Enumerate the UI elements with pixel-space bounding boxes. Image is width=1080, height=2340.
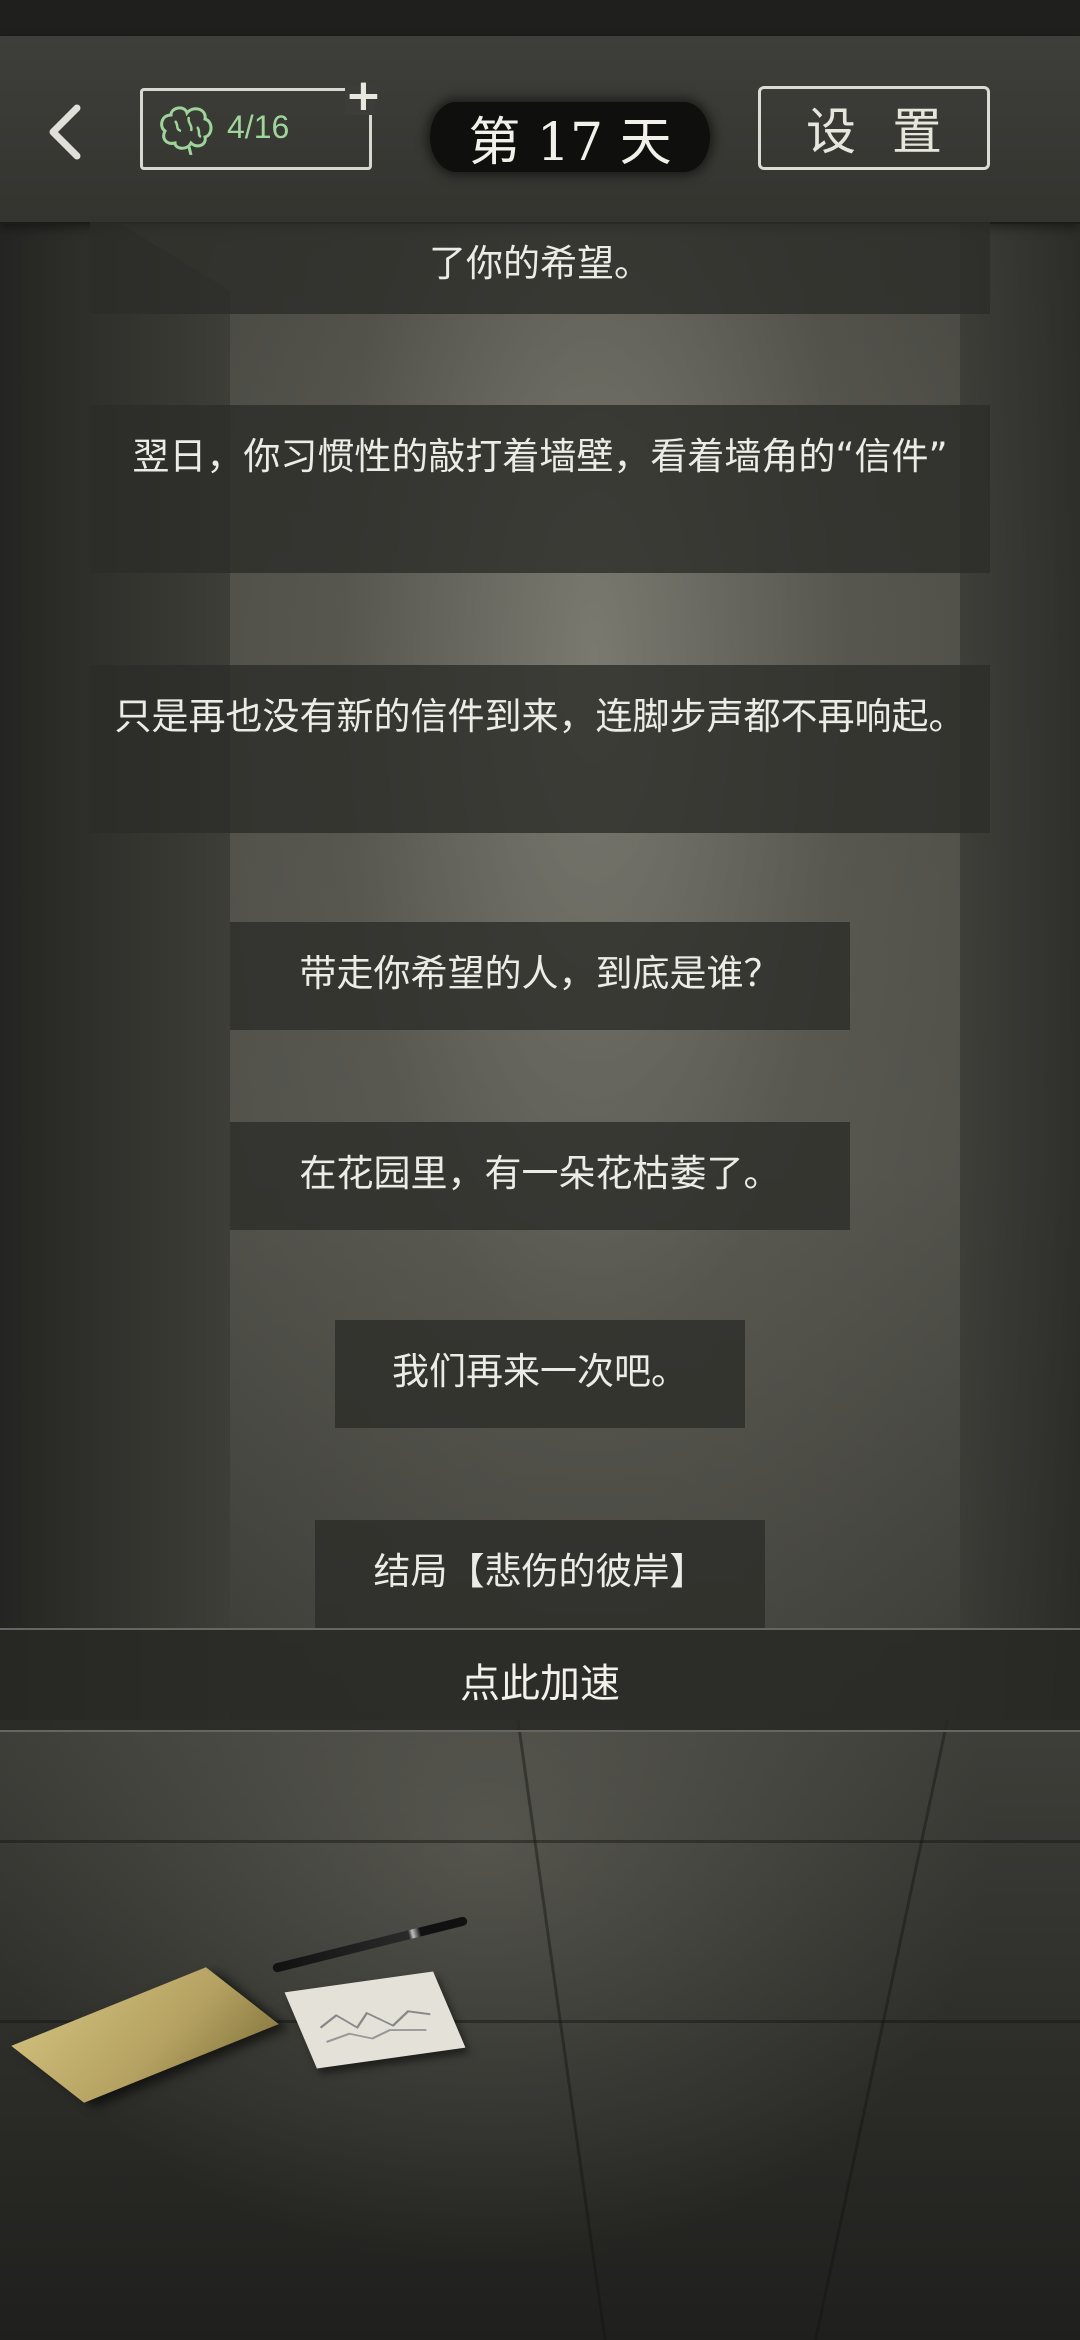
top-bar: 4/16 + 第 17 天 设置 [0, 36, 1080, 224]
story-message: 翌日，你习惯性的敲打着墙壁，看着墙角的“信件” [90, 405, 990, 573]
story-message: 我们再来一次吧。 [335, 1320, 745, 1428]
energy-value: 4/16 [227, 109, 290, 145]
brain-icon [160, 106, 213, 155]
story-message: 了你的希望。 [90, 222, 990, 314]
speed-up-button[interactable]: 点此加速 [0, 1628, 1080, 1732]
story-message: 在花园里，有一朵花枯萎了。 [230, 1122, 850, 1230]
story-message: 带走你希望的人，到底是谁？ [230, 922, 850, 1030]
status-bar [0, 0, 1080, 36]
back-button[interactable] [30, 92, 100, 172]
day-counter: 第 17 天 [430, 102, 710, 173]
story-message: 只是再也没有新的信件到来，连脚步声都不再响起。 [90, 665, 990, 833]
ending-title: 结局【悲伤的彼岸】 [315, 1520, 765, 1628]
settings-button[interactable]: 设置 [758, 86, 990, 170]
chevron-left-icon [49, 104, 81, 160]
add-energy-button[interactable]: + [345, 74, 382, 118]
game-scene: 4/16 + 第 17 天 设置 了你的希望。 翌日，你习惯性的敲打着墙壁，看着… [0, 0, 1080, 2340]
brain-energy-counter[interactable]: 4/16 [140, 85, 375, 170]
